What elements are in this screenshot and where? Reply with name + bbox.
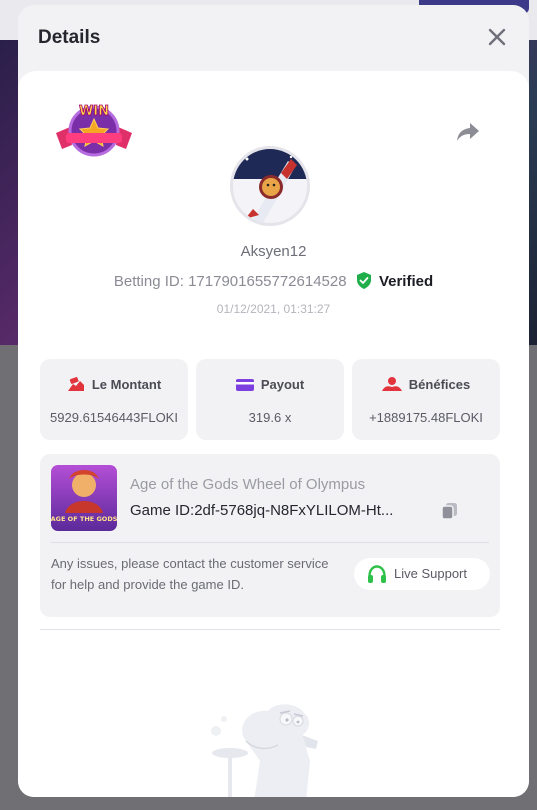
- game-thumb-text: AGE OF THE GODS: [51, 515, 117, 523]
- support-issues-text: Any issues, please contact the customer …: [51, 556, 329, 592]
- details-content: WIN Aksyen12 Betting ID: 171790165577261…: [18, 71, 529, 797]
- stat-label: Bénéfices: [408, 377, 471, 392]
- game-id-value: 2df-5768jq-N8FxYLILOM-Ht...: [194, 502, 394, 519]
- modal-title: Details: [38, 27, 101, 48]
- stat-label: Payout: [260, 377, 305, 392]
- stat-label: Le Montant: [91, 377, 162, 392]
- win-badge-text: WIN: [79, 104, 109, 119]
- game-id-label: Game ID:: [130, 502, 195, 519]
- game-id-row: Game ID:2df-5768jq-N8FxYLILOM-Ht...: [130, 502, 393, 519]
- close-icon: [488, 28, 506, 46]
- betting-id-row: Betting ID: 1717901655772614528 Verified: [18, 272, 529, 290]
- empty-state-mascot: [206, 701, 336, 797]
- profit-icon: [381, 377, 402, 391]
- headset-icon: [368, 565, 386, 583]
- section-divider: [40, 629, 500, 630]
- stat-card-amount: Le Montant 5929.61546443FLOKI: [40, 359, 188, 440]
- game-name[interactable]: Age of the Gods Wheel of Olympus: [130, 476, 365, 493]
- bet-timestamp: 01/12/2021, 01:31:27: [216, 302, 331, 316]
- win-badge: WIN: [54, 97, 134, 159]
- game-thumbnail[interactable]: AGE OF THE GODS: [51, 465, 117, 531]
- close-button[interactable]: [485, 25, 509, 49]
- payout-card-icon: [235, 379, 254, 391]
- share-button[interactable]: [455, 121, 481, 143]
- live-support-button[interactable]: Live Support: [354, 558, 490, 590]
- stat-card-payout: Payout 319.6 x: [196, 359, 344, 440]
- details-modal: Details WIN Aksyen12 Betting ID: 1717901…: [18, 5, 529, 797]
- stat-card-profit: Bénéfices +1889175.48FLOKI: [352, 359, 500, 440]
- amount-icon: [67, 377, 84, 391]
- copy-icon: [441, 503, 457, 520]
- username: Aksyen12: [240, 243, 307, 260]
- stat-value-profit: +1889175.48FLOKI: [369, 410, 483, 425]
- modal-header: Details: [18, 5, 529, 71]
- stat-value-amount: 5929.61546443FLOKI: [50, 410, 178, 425]
- stat-value-payout: 319.6 x: [248, 410, 292, 425]
- game-card: AGE OF THE GODS Age of the Gods Wheel of…: [40, 454, 500, 617]
- game-card-divider: [51, 542, 489, 543]
- copy-game-id-button[interactable]: [440, 501, 460, 521]
- live-support-label: Live Support: [394, 566, 467, 581]
- betting-id-label: Betting ID:: [113, 273, 184, 290]
- betting-id-value[interactable]: 1717901655772614528: [188, 273, 347, 290]
- verified-shield-icon: [356, 272, 371, 289]
- user-avatar: [230, 146, 310, 226]
- verified-label: Verified: [378, 273, 434, 290]
- share-icon: [457, 123, 479, 141]
